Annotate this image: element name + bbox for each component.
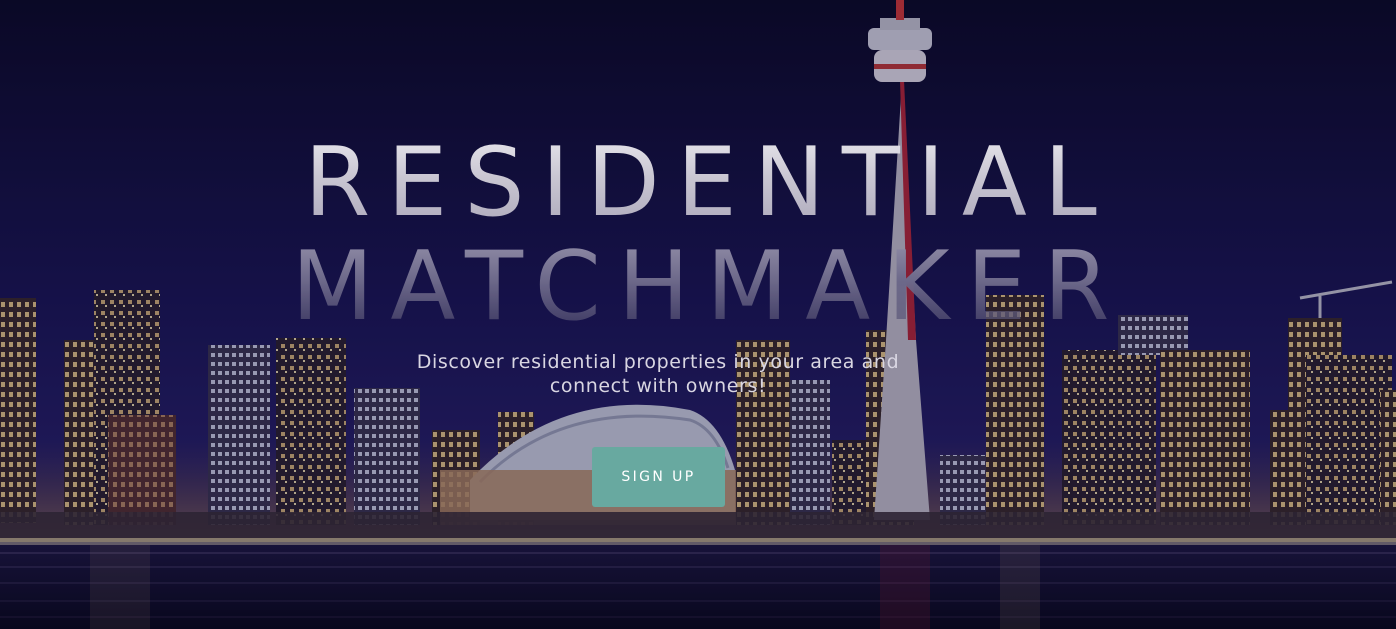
hero-tagline: Discover residential properties in your …	[416, 351, 900, 397]
sign-up-button[interactable]: SIGN UP	[592, 447, 725, 507]
hero-title-line-2: MATCHMAKER	[0, 232, 1396, 342]
hero-section: RESIDENTIAL MATCHMAKER Discover resident…	[0, 0, 1396, 629]
hero-title-line-1: RESIDENTIAL	[0, 128, 1396, 238]
